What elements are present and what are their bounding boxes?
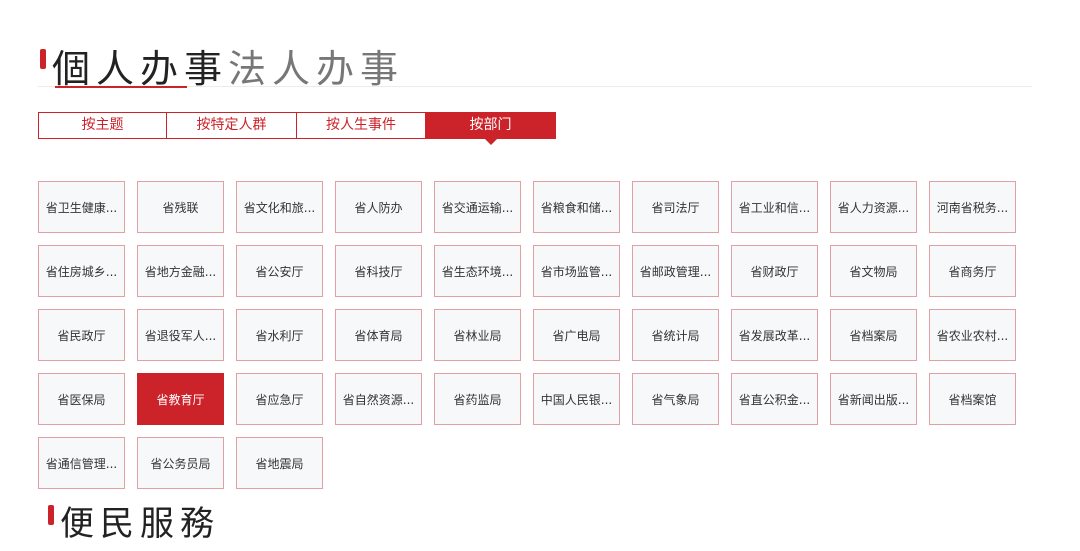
department-item[interactable]: 省市场监管... [533, 245, 620, 297]
department-item[interactable]: 省财政厅 [731, 245, 818, 297]
department-item[interactable]: 省气象局 [632, 373, 719, 425]
department-label: 省水利厅 [255, 328, 304, 343]
department-item[interactable]: 省新闻出版... [830, 373, 917, 425]
department-item[interactable]: 省公安厅 [236, 245, 323, 297]
department-item[interactable]: 省司法厅 [632, 181, 719, 233]
department-item[interactable]: 省生态环境... [434, 245, 521, 297]
department-label: 省药监局 [453, 392, 502, 407]
department-label: 省档案馆 [948, 392, 997, 407]
department-label: 省残联 [162, 200, 199, 215]
department-label: 省气象局 [651, 392, 700, 407]
department-label: 省通信管理... [45, 456, 118, 471]
department-label: 省公安厅 [255, 264, 304, 279]
department-label: 省商务厅 [948, 264, 997, 279]
department-label: 省文化和旅... [243, 200, 316, 215]
department-label: 省地方金融... [144, 264, 217, 279]
department-label: 省生态环境... [441, 264, 514, 279]
department-label: 省粮食和储... [540, 200, 613, 215]
department-item[interactable]: 省水利厅 [236, 309, 323, 361]
department-item[interactable]: 省医保局 [38, 373, 125, 425]
department-item[interactable]: 省广电局 [533, 309, 620, 361]
tab-corporate-services[interactable]: 法人办事 [228, 38, 404, 93]
department-label: 省广电局 [552, 328, 601, 343]
department-label: 河南省税务... [936, 200, 1009, 215]
department-item[interactable]: 省档案馆 [929, 373, 1016, 425]
department-item[interactable]: 省民政厅 [38, 309, 125, 361]
department-label: 省人力资源... [837, 200, 910, 215]
department-label: 省市场监管... [540, 264, 613, 279]
section-accent-bar [40, 49, 46, 69]
department-item[interactable]: 省人力资源... [830, 181, 917, 233]
department-label: 省交通运输... [441, 200, 514, 215]
department-label: 省人防办 [354, 200, 403, 215]
department-item[interactable]: 省住房城乡... [38, 245, 125, 297]
tab-by-topic[interactable]: 按主题 [39, 113, 167, 138]
department-label: 省应急厅 [255, 392, 304, 407]
department-label: 省农业农村... [936, 328, 1009, 343]
department-label: 中国人民银... [540, 392, 613, 407]
department-grid: 省卫生健康... 省残联 省文化和旅... 省人防办 省交通运输... 省粮食和储... 省… [38, 181, 1022, 489]
section-divider [38, 86, 1032, 87]
department-label: 省科技厅 [354, 264, 403, 279]
department-label: 省财政厅 [750, 264, 799, 279]
department-item[interactable]: 河南省税务... [929, 181, 1016, 233]
tab-by-group[interactable]: 按特定人群 [167, 113, 297, 138]
department-label: 省公务员局 [150, 456, 211, 471]
department-item[interactable]: 省文物局 [830, 245, 917, 297]
department-item[interactable]: 省人防办 [335, 181, 422, 233]
active-section-underline [55, 86, 187, 88]
department-item[interactable]: 省工业和信... [731, 181, 818, 233]
department-label: 省直公积金... [738, 392, 811, 407]
department-item[interactable]: 省档案局 [830, 309, 917, 361]
department-label: 省退役军人... [144, 328, 217, 343]
department-item[interactable]: 中国人民银... [533, 373, 620, 425]
section-accent-bar [48, 505, 54, 525]
department-item[interactable]: 省卫生健康... [38, 181, 125, 233]
department-item[interactable]: 省残联 [137, 181, 224, 233]
department-label: 省司法厅 [651, 200, 700, 215]
department-item[interactable]: 省自然资源... [335, 373, 422, 425]
department-label: 省地震局 [255, 456, 304, 471]
department-item[interactable]: 省科技厅 [335, 245, 422, 297]
department-item[interactable]: 省邮政管理... [632, 245, 719, 297]
department-label: 省教育厅 [156, 392, 205, 407]
department-label: 省自然资源... [342, 392, 415, 407]
department-item[interactable]: 省发展改革... [731, 309, 818, 361]
department-label: 省卫生健康... [45, 200, 118, 215]
department-item[interactable]: 省地方金融... [137, 245, 224, 297]
filter-tabs: 按主题 按特定人群 按人生事件 按部门 [38, 112, 556, 145]
department-item[interactable]: 省商务厅 [929, 245, 1016, 297]
department-item[interactable]: 省药监局 [434, 373, 521, 425]
department-item[interactable]: 省教育厅 [137, 373, 224, 425]
department-label: 省新闻出版... [837, 392, 910, 407]
department-item[interactable]: 省农业农村... [929, 309, 1016, 361]
department-label: 省邮政管理... [639, 264, 712, 279]
department-item[interactable]: 省地震局 [236, 437, 323, 489]
department-item[interactable]: 省直公积金... [731, 373, 818, 425]
department-label: 省发展改革... [738, 328, 811, 343]
department-item[interactable]: 省通信管理... [38, 437, 125, 489]
convenience-services-heading: 便民服務 [60, 504, 220, 544]
department-label: 省体育局 [354, 328, 403, 343]
department-item[interactable]: 省应急厅 [236, 373, 323, 425]
department-item[interactable]: 省林业局 [434, 309, 521, 361]
department-label: 省文物局 [849, 264, 898, 279]
tab-personal-services[interactable]: 個人办事 [52, 38, 228, 93]
department-label: 省民政厅 [57, 328, 106, 343]
department-item[interactable]: 省公务员局 [137, 437, 224, 489]
department-item[interactable]: 省交通运输... [434, 181, 521, 233]
tab-by-department[interactable]: 按部门 [426, 113, 555, 145]
department-label: 省住房城乡... [45, 264, 118, 279]
department-item[interactable]: 省退役军人... [137, 309, 224, 361]
department-label: 省工业和信... [738, 200, 811, 215]
department-label: 省林业局 [453, 328, 502, 343]
department-label: 省统计局 [651, 328, 700, 343]
department-item[interactable]: 省粮食和储... [533, 181, 620, 233]
department-label: 省医保局 [57, 392, 106, 407]
department-label: 省档案局 [849, 328, 898, 343]
department-item[interactable]: 省体育局 [335, 309, 422, 361]
tab-by-life-event[interactable]: 按人生事件 [297, 113, 426, 138]
department-item[interactable]: 省统计局 [632, 309, 719, 361]
department-item[interactable]: 省文化和旅... [236, 181, 323, 233]
